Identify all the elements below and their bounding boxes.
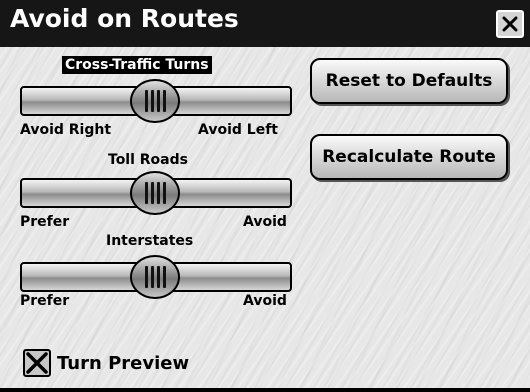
interstates-left-label: Prefer: [20, 293, 70, 309]
reset-to-defaults-button[interactable]: Reset to Defaults: [310, 58, 508, 104]
recalculate-route-button[interactable]: Recalculate Route: [310, 134, 508, 180]
slider-grip-icon: [145, 90, 148, 112]
interstates-right-label: Avoid: [243, 293, 287, 309]
slider-grip-ridge: [157, 182, 160, 204]
toll-roads-title: Toll Roads: [108, 152, 188, 168]
slider-grip-ridge: [163, 266, 166, 288]
slider-grip-ridge: [157, 266, 160, 288]
turn-preview-checkbox[interactable]: [23, 349, 51, 377]
slider-grip-ridge: [151, 182, 154, 204]
cross-traffic-title: Cross-Traffic Turns: [62, 56, 212, 74]
title-bar: Avoid on Routes: [0, 0, 530, 47]
window-title: Avoid on Routes: [10, 4, 239, 33]
slider-grip-ridge: [157, 90, 160, 112]
interstates-slider-thumb[interactable]: [130, 255, 180, 299]
close-icon: [502, 16, 518, 32]
interstates-title: Interstates: [106, 233, 194, 249]
turn-preview-label[interactable]: Turn Preview: [57, 353, 189, 374]
cross-traffic-slider-thumb[interactable]: [130, 79, 180, 123]
slider-grip-ridge: [151, 266, 154, 288]
slider-grip-ridge: [163, 90, 166, 112]
slider-grip-ridge: [163, 182, 166, 204]
slider-grip-icon: [145, 266, 148, 288]
slider-grip-ridge: [151, 90, 154, 112]
cross-traffic-right-label: Avoid Left: [198, 122, 278, 138]
x-check-icon: [26, 352, 48, 374]
cross-traffic-left-label: Avoid Right: [20, 122, 112, 138]
bottom-border: [0, 388, 530, 392]
toll-roads-slider-thumb[interactable]: [130, 171, 180, 215]
toll-roads-right-label: Avoid: [243, 214, 287, 230]
close-button[interactable]: [496, 10, 524, 38]
slider-grip-icon: [145, 182, 148, 204]
toll-roads-left-label: Prefer: [20, 214, 70, 230]
